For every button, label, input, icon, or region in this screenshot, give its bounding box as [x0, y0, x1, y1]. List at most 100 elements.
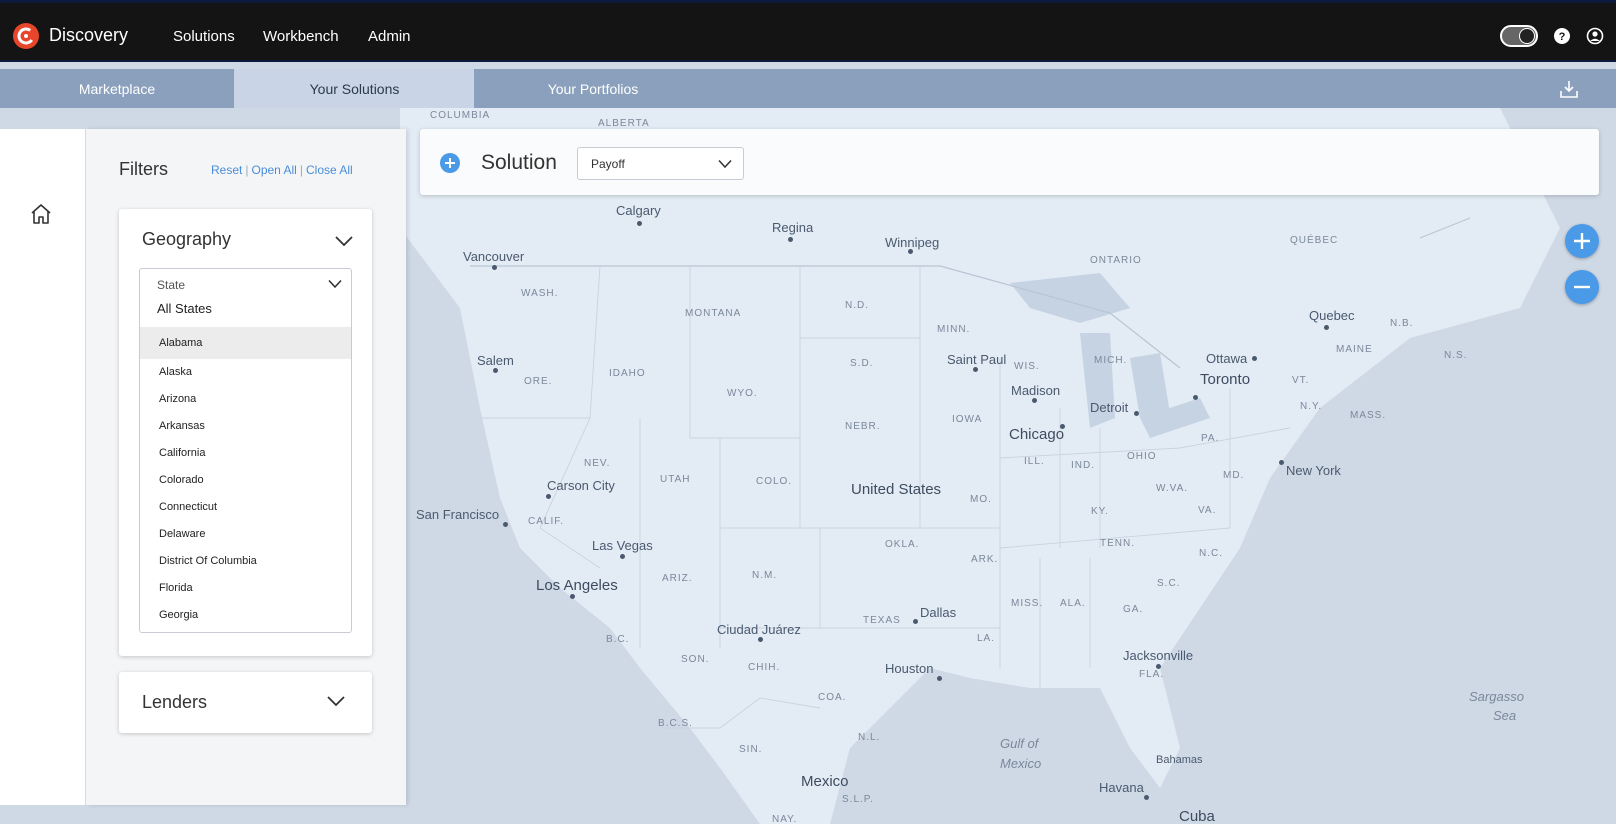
map-label-ga: GA.: [1123, 604, 1144, 615]
map-label-coa: COA.: [818, 692, 847, 703]
tab-your-solutions[interactable]: Your Solutions: [235, 69, 474, 108]
map-label-bcs: B.C.S.: [658, 718, 693, 729]
map-label-cuba: Cuba: [1179, 808, 1215, 824]
map-label-colo: COLO.: [756, 476, 793, 487]
map-label-ontario: ONTARIO: [1090, 255, 1142, 266]
map-label-fla: FLA.: [1139, 669, 1165, 680]
map-dot-quebec: [1324, 325, 1329, 330]
map-label-sc: S.C.: [1157, 578, 1181, 589]
chevron-down-icon[interactable]: [327, 695, 345, 707]
download-icon[interactable]: [1559, 79, 1579, 99]
state-dropdown[interactable]: State All States Alabama Alaska Arizona …: [139, 268, 352, 633]
state-option-colorado[interactable]: Colorado: [140, 467, 351, 494]
filter-link-separator: |: [299, 163, 303, 177]
close-all-link[interactable]: Close All: [306, 163, 353, 177]
map-dot-san-francisco: [503, 522, 508, 527]
map-dot-las-vegas: [620, 554, 625, 559]
map-dot-regina: [788, 237, 793, 242]
app-logo-icon[interactable]: [13, 23, 39, 49]
map-label-wyo: WYO.: [727, 388, 758, 399]
top-navigation-bar: Discovery Solutions Workbench Admin ?: [0, 0, 1616, 62]
reset-link[interactable]: Reset: [211, 163, 242, 177]
state-option-alabama[interactable]: Alabama: [140, 327, 351, 359]
home-icon[interactable]: [29, 202, 53, 226]
map-label-columbia: COLUMBIA: [430, 110, 491, 121]
map-dot-madison: [1032, 398, 1037, 403]
map-label-carson-city: Carson City: [547, 478, 615, 493]
state-options-list: Alabama Alaska Arizona Arkansas Californ…: [140, 327, 351, 629]
map-label-new-york: New York: [1286, 463, 1341, 478]
state-option-california[interactable]: California: [140, 440, 351, 467]
state-label: State: [157, 278, 186, 292]
state-option-arizona[interactable]: Arizona: [140, 386, 351, 413]
map-dot-calgary: [637, 221, 642, 226]
state-option-florida[interactable]: Florida: [140, 575, 351, 602]
map-dot-chicago: [1060, 424, 1065, 429]
solution-select[interactable]: Payoff: [577, 147, 744, 180]
map-label-maine: MAINE: [1336, 344, 1373, 355]
nav-solutions[interactable]: Solutions: [173, 28, 235, 45]
chevron-down-icon[interactable]: [328, 279, 342, 289]
dark-mode-toggle[interactable]: [1500, 25, 1538, 47]
geography-title[interactable]: Geography: [142, 229, 231, 250]
map-label-san-francisco: San Francisco: [416, 507, 500, 522]
moon-icon: [1519, 28, 1535, 44]
map-label-utah: UTAH: [660, 474, 691, 485]
state-option-district-of-columbia[interactable]: District Of Columbia: [140, 548, 351, 575]
zoom-in-button[interactable]: [1565, 224, 1599, 258]
open-all-link[interactable]: Open All: [251, 163, 296, 177]
map-label-nm: N.M.: [752, 570, 778, 581]
map-label-wva: W.VA.: [1156, 483, 1189, 494]
map-label-gulf-mexico: Mexico: [1000, 756, 1042, 771]
plus-icon: [1574, 233, 1590, 249]
map-label-las-vegas: Las Vegas: [592, 538, 653, 553]
map-label-nay: NAY.: [772, 814, 798, 824]
state-selected-value[interactable]: All States: [157, 301, 212, 316]
map-dot-vancouver: [492, 265, 497, 270]
chevron-down-icon[interactable]: [335, 235, 353, 247]
map-label-vt: VT.: [1292, 375, 1310, 386]
map-label-montana: MONTANA: [685, 308, 742, 319]
help-icon[interactable]: ?: [1553, 27, 1571, 45]
map-dot-ottawa: [1252, 356, 1257, 361]
map-label-mass: MASS.: [1350, 410, 1387, 421]
lenders-filter-card[interactable]: Lenders: [119, 672, 372, 733]
filters-title: Filters: [119, 159, 168, 179]
state-option-arkansas[interactable]: Arkansas: [140, 413, 351, 440]
map-label-tenn: TENN.: [1100, 538, 1135, 549]
map-dot-houston: [937, 676, 942, 681]
svg-text:?: ?: [1559, 31, 1566, 43]
map-label-va: VA.: [1198, 505, 1217, 516]
map-label-madison: Madison: [1011, 383, 1061, 398]
app-title[interactable]: Discovery: [49, 25, 128, 46]
map-label-idaho: IDAHO: [609, 368, 646, 379]
map-label-ill: ILL.: [1024, 456, 1045, 467]
tab-your-portfolios[interactable]: Your Portfolios: [474, 69, 712, 108]
map-label-dallas: Dallas: [920, 605, 957, 620]
lenders-title[interactable]: Lenders: [142, 692, 207, 713]
map-label-mexico: Mexico: [801, 773, 849, 790]
map-label-sin: SIN.: [739, 744, 763, 755]
map-label-sd: S.D.: [850, 358, 874, 369]
map-label-bc: B.C.: [606, 634, 630, 645]
tab-marketplace[interactable]: Marketplace: [0, 69, 235, 108]
map-dot-new-york: [1279, 460, 1284, 465]
add-solution-icon[interactable]: [440, 153, 460, 173]
zoom-out-button[interactable]: [1565, 270, 1599, 304]
map-label-houston: Houston: [885, 661, 934, 676]
state-option-alaska[interactable]: Alaska: [140, 359, 351, 386]
state-option-georgia[interactable]: Georgia: [140, 602, 351, 629]
map-label-chicago: Chicago: [1009, 426, 1065, 443]
map-label-mo: MO.: [970, 494, 992, 505]
map-dot-havana: [1144, 795, 1149, 800]
map-label-ark: ARK.: [971, 554, 999, 565]
map-dot-salem: [493, 368, 498, 373]
map-label-regina: Regina: [772, 220, 814, 235]
map-label-wash: WASH.: [521, 288, 559, 299]
chevron-down-icon[interactable]: [718, 159, 732, 169]
nav-workbench[interactable]: Workbench: [263, 28, 339, 45]
state-option-delaware[interactable]: Delaware: [140, 521, 351, 548]
state-option-connecticut[interactable]: Connecticut: [140, 494, 351, 521]
user-account-icon[interactable]: [1586, 27, 1604, 45]
nav-admin[interactable]: Admin: [368, 28, 411, 45]
